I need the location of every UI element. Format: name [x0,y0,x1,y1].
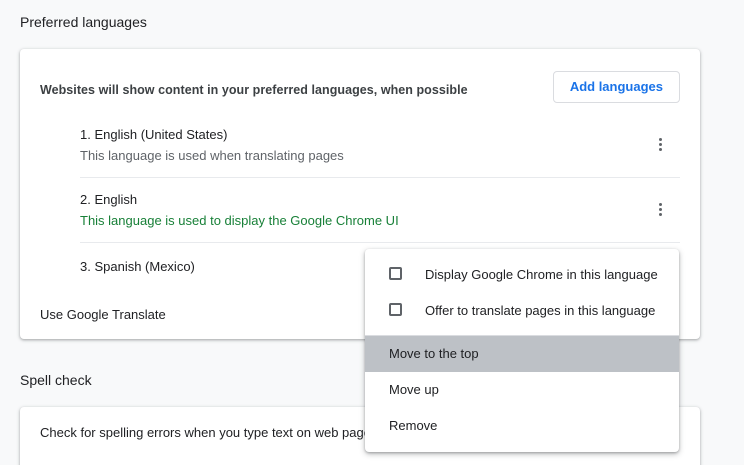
use-google-translate-label: Use Google Translate [40,307,166,322]
menu-item-label: Move up [389,382,439,397]
remove-item[interactable]: Remove [365,408,679,444]
option-label: Display Google Chrome in this language [425,267,658,282]
language-row: 2. English This language is used to disp… [80,178,680,243]
menu-item-label: Move to the top [389,346,479,361]
spell-check-description: Check for spelling errors when you type … [40,425,378,440]
settings-page: Preferred languages Websites will show c… [0,0,744,465]
checkbox[interactable] [389,267,402,280]
language-name: 1. English (United States) [80,127,228,142]
display-chrome-in-language-option[interactable]: Display Google Chrome in this language [365,257,679,293]
preferred-languages-title: Preferred languages [20,14,147,30]
language-name: 3. Spanish (Mexico) [80,259,195,274]
spell-check-title: Spell check [20,372,92,388]
add-languages-button[interactable]: Add languages [552,71,680,103]
language-context-menu: Display Google Chrome in this language O… [365,249,679,452]
checkbox[interactable] [389,303,402,316]
option-label: Offer to translate pages in this languag… [425,303,656,318]
language-subtitle: This language is used when translating p… [80,148,344,163]
more-actions-icon[interactable] [654,136,666,156]
language-row: 1. English (United States) This language… [80,113,680,178]
move-up-item[interactable]: Move up [365,372,679,408]
move-to-top-item[interactable]: Move to the top [365,336,679,372]
offer-translate-option[interactable]: Offer to translate pages in this languag… [365,293,679,329]
language-subtitle: This language is used to display the Goo… [80,213,399,228]
menu-item-label: Remove [389,418,438,433]
languages-description: Websites will show content in your prefe… [40,83,468,97]
language-name: 2. English [80,192,138,207]
more-actions-icon[interactable] [654,201,666,221]
